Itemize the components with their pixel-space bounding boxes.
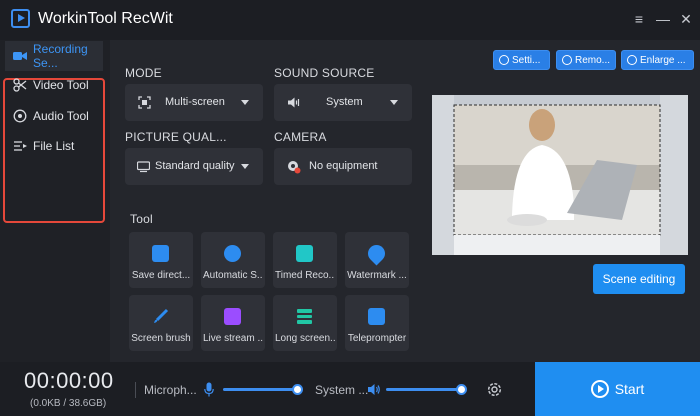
sidebar-item-label: File List (33, 139, 75, 153)
speaker-icon (287, 96, 300, 109)
sidebar-item-audio-tool[interactable]: Audio Tool (5, 101, 103, 131)
system-volume-knob[interactable] (456, 384, 467, 395)
sound-source-label: SOUND SOURCE (274, 66, 375, 80)
play-circle-icon (590, 380, 609, 398)
microphone-icon[interactable] (204, 382, 214, 402)
start-button[interactable]: Start (535, 362, 700, 416)
scene-editing-button[interactable]: Scene editing (593, 264, 685, 294)
tv-icon (224, 308, 241, 325)
tool-label: Long screen... (275, 333, 335, 344)
webcam-icon (287, 160, 301, 174)
sidebar-item-label: Recording Se... (33, 42, 88, 70)
camera-label: CAMERA (274, 130, 327, 144)
system-volume-track[interactable] (386, 388, 462, 391)
bottom-bar: 00:00:00 (0.0KB / 38.6GB) Microph... Sys… (0, 362, 700, 416)
auto-stop-icon (224, 245, 241, 262)
remove-button-label: Remo... (575, 54, 611, 66)
mode-select[interactable]: Multi-screen (125, 84, 263, 121)
tool-screen-brush[interactable]: Screen brush (129, 295, 193, 351)
multi-screen-icon (138, 96, 151, 109)
tool-save-directory[interactable]: Save direct... (129, 232, 193, 288)
sound-source-select[interactable]: System (274, 84, 412, 121)
storage-size: (0.0KB / 38.6GB) (30, 398, 107, 409)
mode-label: MODE (125, 66, 162, 80)
settings-icon (499, 55, 509, 65)
picture-quality-value: Standard quality (155, 160, 235, 172)
camera-select[interactable]: No equipment (274, 148, 412, 185)
timed-record-icon (296, 245, 313, 262)
sidebar-item-video-tool[interactable]: Video Tool (5, 70, 103, 100)
mode-value: Multi-screen (165, 96, 225, 108)
tool-automatic-stop[interactable]: Automatic S... (201, 232, 265, 288)
tool-label: Teleprompter (347, 333, 407, 344)
tool-label: Timed Reco... (275, 270, 335, 281)
tool-teleprompter[interactable]: Teleprompter (345, 295, 409, 351)
scissors-icon (13, 78, 27, 92)
tool-label: Watermark ... (347, 270, 407, 281)
sidebar-item-recording-settings[interactable]: Recording Se... (5, 41, 103, 71)
drop-icon (562, 55, 572, 65)
app-logo-icon (11, 9, 30, 28)
recording-preview (432, 95, 688, 255)
audio-disc-icon (13, 109, 27, 123)
monitor-icon (136, 160, 151, 173)
start-button-label: Start (614, 381, 645, 397)
sidebar: Recording Se... Video Tool Audio Tool Fi… (0, 40, 110, 362)
remove-button[interactable]: Remo... (556, 50, 616, 70)
watermark-drop-icon (364, 241, 389, 266)
sound-source-value: System (326, 96, 363, 108)
camera-value: No equipment (309, 160, 378, 172)
enlarge-button-label: Enlarge ... (640, 54, 686, 66)
divider (135, 382, 136, 398)
settings-button[interactable]: Setti... (493, 50, 550, 70)
zoom-icon (627, 55, 637, 65)
recording-timer: 00:00:00 (24, 368, 114, 393)
tool-section-label: Tool (130, 212, 153, 226)
tool-label: Live stream ... (203, 333, 263, 344)
sidebar-item-label: Video Tool (33, 78, 89, 92)
sidebar-item-file-list[interactable]: File List (5, 131, 103, 161)
brush-icon (152, 308, 169, 325)
microphone-volume-knob[interactable] (292, 384, 303, 395)
list-icon (13, 139, 27, 153)
video-camera-icon (13, 49, 27, 63)
app-title: WorkinTool RecWit (38, 10, 173, 27)
picture-quality-select[interactable]: Standard quality (125, 148, 263, 185)
tool-live-stream[interactable]: Live stream ... (201, 295, 265, 351)
tool-label: Save direct... (131, 270, 191, 281)
system-audio-label: System ... (315, 383, 369, 397)
chevron-down-icon (241, 164, 249, 169)
tool-label: Automatic S... (203, 270, 263, 281)
tool-long-screenshot[interactable]: Long screen... (273, 295, 337, 351)
enlarge-button[interactable]: Enlarge ... (621, 50, 694, 70)
gear-icon[interactable] (487, 382, 502, 402)
chevron-down-icon (241, 100, 249, 105)
main-panel: Setti... Remo... Enlarge ... MODE Multi-… (110, 40, 700, 362)
save-folder-icon (152, 245, 169, 262)
title-bar: WorkinTool RecWit ≡ — ✕ (0, 0, 700, 40)
preview-image (432, 95, 688, 255)
tool-timed-recording[interactable]: Timed Reco... (273, 232, 337, 288)
chevron-down-icon (390, 100, 398, 105)
minimize-icon[interactable]: — (654, 9, 672, 29)
long-screenshot-icon (296, 308, 313, 325)
sidebar-item-label: Audio Tool (33, 109, 89, 123)
picture-quality-label: PICTURE QUAL... (125, 130, 227, 144)
teleprompter-icon (368, 308, 385, 325)
tool-watermark[interactable]: Watermark ... (345, 232, 409, 288)
menu-icon[interactable]: ≡ (630, 9, 648, 29)
settings-button-label: Setti... (512, 54, 541, 66)
microphone-label: Microph... (144, 383, 197, 397)
speaker-icon[interactable] (367, 383, 381, 401)
close-icon[interactable]: ✕ (677, 9, 695, 29)
microphone-volume-track[interactable] (223, 388, 298, 391)
tool-label: Screen brush (131, 333, 191, 344)
